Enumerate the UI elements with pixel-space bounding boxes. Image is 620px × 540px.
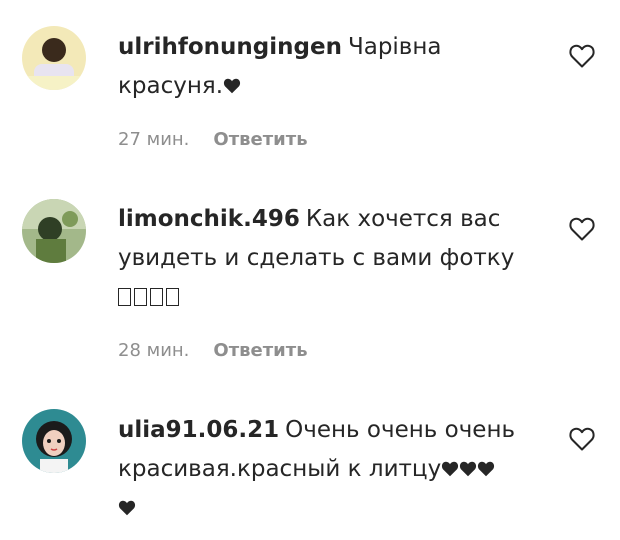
comment-meta: 28 мин. Ответить — [118, 340, 308, 361]
avatar[interactable] — [22, 409, 86, 473]
comment-text-block: ulrihfonungingen Чарівна красуня. — [118, 28, 548, 106]
black-heart-icon — [460, 461, 477, 477]
comment-text-block: limonchik.496 Как хочется вас увидеть и с… — [118, 200, 548, 317]
comment-username[interactable]: ulia91.06.21 — [118, 417, 279, 443]
avatar-image — [22, 199, 86, 263]
comment-text-block: ulia91.06.21 Очень очень очень красивая.к… — [118, 411, 548, 528]
reply-button[interactable]: Ответить — [213, 129, 307, 150]
comment-meta: 27 мин. Ответить — [118, 129, 308, 150]
reply-button[interactable]: Ответить — [213, 340, 307, 361]
comment-time: 27 мин. — [118, 129, 190, 150]
unrendered-emoji-glyphs — [118, 284, 182, 310]
black-heart-icon — [478, 461, 495, 477]
avatar-image — [22, 409, 86, 473]
avatar-image — [22, 26, 86, 90]
black-heart-icon — [118, 500, 136, 516]
black-heart-icon — [223, 78, 241, 94]
comment-time: 28 мин. — [118, 340, 190, 361]
black-heart-icon — [442, 461, 459, 477]
avatar[interactable] — [22, 199, 86, 263]
comment-username[interactable]: limonchik.496 — [118, 206, 300, 232]
heart-outline-icon[interactable] — [568, 216, 596, 242]
heart-outline-icon[interactable] — [568, 426, 596, 452]
heart-outline-icon[interactable] — [568, 43, 596, 69]
avatar[interactable] — [22, 26, 86, 90]
comment-username[interactable]: ulrihfonungingen — [118, 34, 342, 60]
